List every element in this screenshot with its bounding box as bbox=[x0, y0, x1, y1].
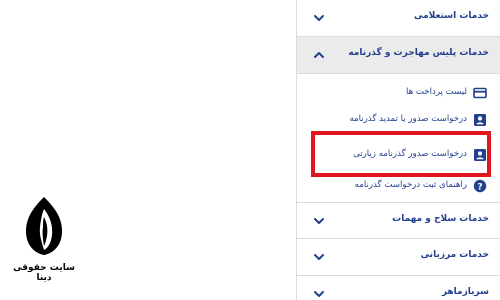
category-label: خدمات پلیس مهاجرت و گذرنامه bbox=[348, 48, 489, 58]
category-label: خدمات سلاح و مهمات bbox=[392, 214, 489, 224]
chevron-down-icon bbox=[314, 291, 324, 297]
subitem-issue-renew-passport[interactable]: درخواست صدور یا تمدید گذرنامه bbox=[297, 102, 500, 138]
category-inquiry-services[interactable]: خدمات استعلامی bbox=[297, 0, 500, 37]
category-label: خدمات استعلامی bbox=[413, 11, 489, 21]
subitem-label: لیست پرداخت ها bbox=[405, 87, 467, 97]
id-badge-icon bbox=[474, 114, 486, 126]
category-skilled-soldier[interactable]: سربازماهر bbox=[297, 276, 500, 300]
id-badge-icon bbox=[474, 149, 486, 161]
category-label: خدمات مرزبانی bbox=[420, 250, 489, 260]
services-sidebar-menu: خدمات استعلامی خدمات پلیس مهاجرت و گذرنا… bbox=[296, 0, 500, 300]
chevron-down-icon bbox=[314, 254, 324, 260]
category-police-immigration-passport[interactable]: خدمات پلیس مهاجرت و گذرنامه bbox=[297, 37, 500, 74]
subitem-label: درخواست صدور گذرنامه زیارتی bbox=[353, 149, 467, 159]
category-weapons-ammunition[interactable]: خدمات سلاح و مهمات bbox=[297, 202, 500, 239]
subitem-passport-request-guide[interactable]: ? راهنمای ثبت درخواست گذرنامه bbox=[297, 168, 500, 204]
subitem-label: درخواست صدور یا تمدید گذرنامه bbox=[349, 114, 467, 124]
content-area: سایت حقوقی دینا bbox=[0, 0, 296, 300]
category-border-guard[interactable]: خدمات مرزبانی bbox=[297, 239, 500, 276]
chevron-down-icon bbox=[314, 218, 324, 224]
site-name-label: سایت حقوقی دینا bbox=[13, 263, 75, 283]
help-circle-icon: ? bbox=[473, 179, 487, 192]
chevron-down-icon bbox=[314, 15, 324, 21]
credit-card-icon bbox=[473, 87, 487, 99]
site-logo: سایت حقوقی دینا bbox=[4, 195, 84, 295]
subitem-label: راهنمای ثبت درخواست گذرنامه bbox=[354, 180, 467, 190]
chevron-up-icon bbox=[314, 52, 324, 58]
svg-text:?: ? bbox=[477, 182, 482, 192]
category-label: سربازماهر bbox=[441, 287, 489, 297]
flame-logo-icon bbox=[26, 197, 62, 255]
